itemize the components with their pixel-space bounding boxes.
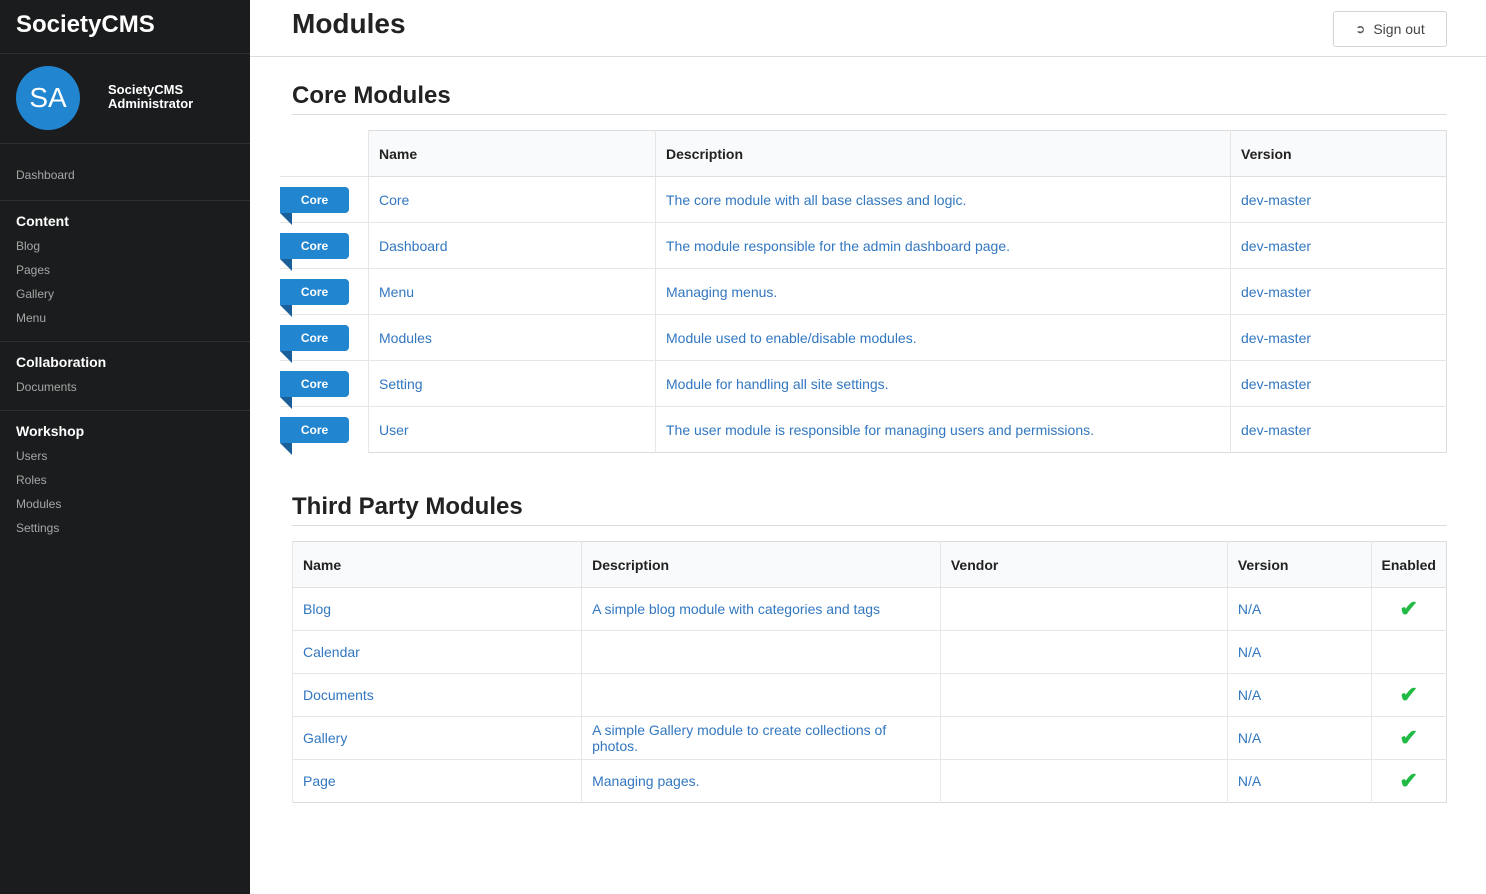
brand-logo[interactable]: SocietyCMS: [0, 0, 250, 54]
module-name-link[interactable]: Gallery: [303, 730, 347, 746]
module-version-link[interactable]: N/A: [1238, 730, 1261, 746]
sidebar-item-menu[interactable]: Menu: [16, 311, 234, 335]
page-title: Modules: [292, 8, 406, 39]
nav-group-title: Workshop: [16, 423, 85, 439]
sidebar-item-dashboard[interactable]: Dashboard: [16, 168, 250, 192]
module-name-link[interactable]: Setting: [379, 376, 423, 392]
table-row: Page Managing pages. N/A ✔: [291, 759, 1447, 803]
sidebar-item-roles[interactable]: Roles: [16, 473, 234, 497]
main-content: Modules ➲ Sign out Core Modules Core Cor…: [250, 0, 1486, 894]
enabled-check-icon: ✔: [1399, 768, 1418, 793]
nav-top: Dashboard: [0, 144, 250, 201]
module-description-link[interactable]: The core module with all base classes an…: [666, 192, 966, 208]
module-description-link[interactable]: The module responsible for the admin das…: [666, 238, 1010, 254]
module-name-link[interactable]: Core: [379, 192, 409, 208]
core-badge: Core: [280, 233, 349, 271]
core-modules-heading: Core Modules: [292, 82, 1447, 115]
module-version-link[interactable]: dev-master: [1241, 422, 1311, 438]
module-name-link[interactable]: User: [379, 422, 409, 438]
core-badge: Core: [280, 279, 349, 317]
sidebar: SocietyCMS SA SocietyCMS Administrator D…: [0, 0, 250, 894]
module-name-link[interactable]: Modules: [379, 330, 432, 346]
avatar[interactable]: SA: [16, 66, 80, 130]
table-row: Calendar N/A: [291, 630, 1447, 674]
column-header-name: Name: [291, 541, 582, 588]
column-header-vendor: Vendor: [939, 541, 1228, 588]
module-description-link[interactable]: Managing pages.: [592, 773, 699, 789]
module-version-link[interactable]: N/A: [1238, 644, 1261, 660]
module-name-link[interactable]: Dashboard: [379, 238, 448, 254]
table-row: Core The core module with all base class…: [368, 176, 1447, 223]
column-header-description: Description: [581, 541, 941, 588]
sidebar-item-settings[interactable]: Settings: [16, 521, 234, 545]
sidebar-item-modules[interactable]: Modules: [16, 497, 234, 521]
column-header-version: Version: [1230, 130, 1447, 177]
module-description-link[interactable]: The user module is responsible for manag…: [666, 422, 1094, 438]
nav-group-title: Collaboration: [16, 354, 107, 370]
sign-out-icon: ➲: [1355, 22, 1366, 36]
core-badge: Core: [280, 371, 349, 409]
enabled-check-icon: ✔: [1399, 682, 1418, 707]
sign-out-label: Sign out: [1373, 21, 1425, 37]
module-description-link[interactable]: Module for handling all site settings.: [666, 376, 889, 392]
column-header-version: Version: [1226, 541, 1372, 588]
profile-name: SocietyCMS Administrator: [108, 82, 194, 111]
sidebar-item-blog[interactable]: Blog: [16, 239, 234, 263]
core-badge: Core: [280, 417, 349, 455]
table-row: Gallery A simple Gallery module to creat…: [291, 716, 1447, 760]
core-badge: Core: [280, 187, 349, 225]
enabled-check-icon: ✔: [1399, 725, 1418, 750]
module-version-link[interactable]: dev-master: [1241, 238, 1311, 254]
nav-group-content: Content Blog Pages Gallery Menu: [0, 201, 250, 342]
module-description-link[interactable]: Managing menus.: [666, 284, 777, 300]
sidebar-item-documents[interactable]: Documents: [16, 380, 234, 404]
column-header-enabled: Enabled: [1370, 541, 1447, 588]
column-header-description: Description: [655, 130, 1231, 177]
module-version-link[interactable]: dev-master: [1241, 284, 1311, 300]
module-version-link[interactable]: N/A: [1238, 687, 1261, 703]
module-version-link[interactable]: dev-master: [1241, 192, 1311, 208]
sidebar-item-users[interactable]: Users: [16, 449, 234, 473]
table-row: Dashboard The module responsible for the…: [368, 222, 1447, 269]
module-name-link[interactable]: Page: [303, 773, 336, 789]
module-name-link[interactable]: Calendar: [303, 644, 360, 660]
top-bar: Modules ➲ Sign out: [250, 0, 1486, 57]
module-version-link[interactable]: dev-master: [1241, 376, 1311, 392]
module-name-link[interactable]: Blog: [303, 601, 331, 617]
module-version-link[interactable]: N/A: [1238, 773, 1261, 789]
nav-group-title: Content: [16, 213, 69, 229]
table-row: Blog A simple blog module with categorie…: [291, 587, 1447, 631]
module-description-link[interactable]: A simple Gallery module to create collec…: [592, 722, 886, 754]
column-header-name: Name: [368, 130, 656, 177]
table-row: Documents N/A ✔: [291, 673, 1447, 717]
nav-group-collaboration: Collaboration Documents: [0, 342, 250, 411]
enabled-check-icon: ✔: [1399, 596, 1418, 621]
module-name-link[interactable]: Menu: [379, 284, 414, 300]
module-name-link[interactable]: Documents: [303, 687, 374, 703]
table-row: Setting Module for handling all site set…: [368, 360, 1447, 407]
third-party-modules-heading: Third Party Modules: [292, 493, 1447, 526]
module-version-link[interactable]: dev-master: [1241, 330, 1311, 346]
core-modules-table: Name Description Version Core The core m…: [368, 130, 1447, 453]
module-version-link[interactable]: N/A: [1238, 601, 1261, 617]
table-row: User The user module is responsible for …: [368, 406, 1447, 453]
module-description-link[interactable]: Module used to enable/disable modules.: [666, 330, 917, 346]
table-row: Menu Managing menus. dev-master: [368, 268, 1447, 315]
sign-out-button[interactable]: ➲ Sign out: [1333, 11, 1447, 47]
core-badge-column: Core Core Core Core Core Core: [280, 130, 369, 455]
nav-group-workshop: Workshop Users Roles Modules Settings: [0, 411, 250, 551]
third-party-modules-table: Name Description Vendor Version Enabled …: [291, 541, 1447, 803]
enabled-cell-empty: [1370, 630, 1447, 674]
sidebar-item-gallery[interactable]: Gallery: [16, 287, 234, 311]
user-profile: SA SocietyCMS Administrator: [0, 54, 250, 144]
core-badge: Core: [280, 325, 349, 363]
table-row: Modules Module used to enable/disable mo…: [368, 314, 1447, 361]
module-description-link[interactable]: A simple blog module with categories and…: [592, 601, 880, 617]
sidebar-item-pages[interactable]: Pages: [16, 263, 234, 287]
